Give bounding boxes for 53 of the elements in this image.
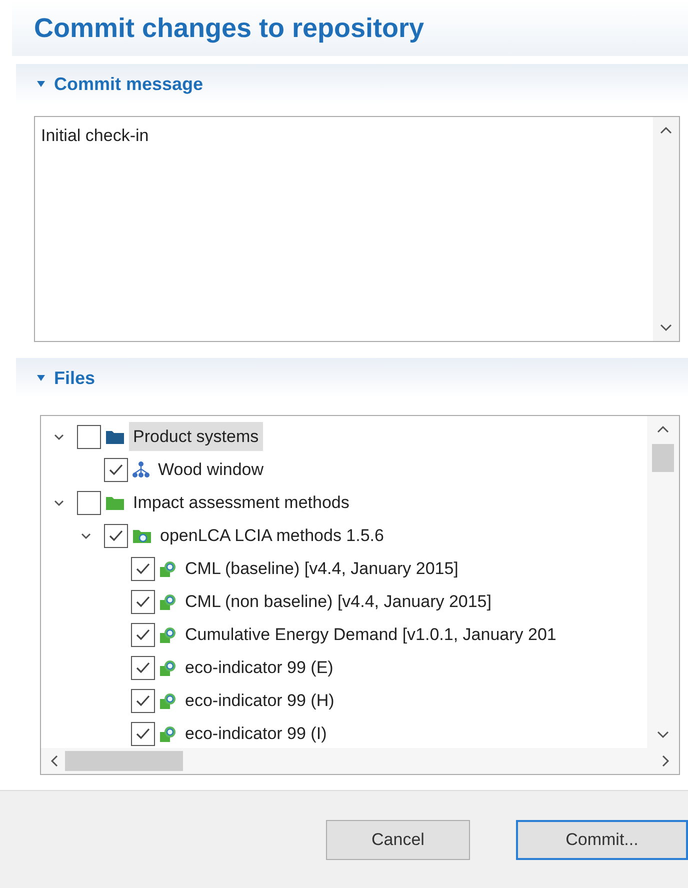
checkmark-icon (135, 660, 151, 674)
tree-item[interactable]: Impact assessment methods (129, 488, 354, 518)
tree-item[interactable]: Cumulative Energy Demand [v1.0.1, January 201 (181, 620, 560, 650)
section-title: Commit message (54, 72, 204, 96)
scroll-up-icon[interactable] (656, 424, 670, 434)
checkbox[interactable] (77, 424, 101, 448)
horizontal-scrollbar[interactable] (41, 748, 679, 774)
tree-item[interactable]: eco-indicator 99 (E) (181, 652, 338, 682)
checkmark-icon (135, 726, 151, 740)
tree-item[interactable]: CML (baseline) [v4.4, January 2015] (181, 554, 462, 584)
vertical-scrollbar[interactable] (647, 416, 679, 748)
message-field[interactable]: Initial check-in (34, 116, 680, 342)
checkmark-icon (108, 462, 124, 476)
scroll-down-icon[interactable] (656, 730, 670, 740)
scroll-thumb[interactable] (652, 444, 674, 472)
tree-item[interactable]: CML (non baseline) [v4.4, January 2015] (181, 586, 496, 616)
network-icon (132, 460, 150, 478)
scroll-left-icon[interactable] (49, 754, 59, 768)
tree-item[interactable]: eco-indicator 99 (I) (181, 718, 331, 748)
checkbox[interactable] (131, 688, 155, 712)
tree-item[interactable]: Wood window (154, 454, 268, 484)
checkmark-icon (135, 562, 151, 576)
checkbox[interactable] (131, 656, 155, 680)
method-icon (159, 592, 177, 610)
checkmark-icon (135, 594, 151, 608)
folder-icon (132, 528, 152, 544)
checkmark-icon (135, 694, 151, 708)
method-icon (159, 724, 177, 742)
method-icon (159, 692, 177, 710)
scroll-down-icon[interactable] (659, 323, 673, 333)
dialog-title: Commit changes to repository (34, 12, 424, 45)
checkmark-icon (108, 528, 124, 542)
method-icon (159, 626, 177, 644)
checkmark-icon (135, 628, 151, 642)
method-icon (159, 560, 177, 578)
checkbox[interactable] (104, 524, 128, 548)
checkbox[interactable] (77, 490, 101, 514)
tree-item[interactable]: Product systems (129, 422, 263, 452)
checkbox[interactable] (131, 556, 155, 580)
scroll-right-icon[interactable] (661, 754, 671, 768)
tree-item[interactable]: eco-indicator 99 (H) (181, 686, 338, 716)
scroll-thumb[interactable] (65, 751, 183, 771)
commit-button[interactable]: Commit... (516, 820, 688, 860)
checkbox[interactable] (131, 722, 155, 746)
section-title: Files (54, 366, 96, 390)
message-text: Initial check-in (40, 125, 150, 147)
checkbox[interactable] (131, 590, 155, 614)
cancel-button[interactable]: Cancel (326, 820, 470, 860)
checkbox[interactable] (131, 622, 155, 646)
scroll-up-icon[interactable] (659, 125, 673, 135)
method-icon (159, 658, 177, 676)
tree-item[interactable]: openLCA LCIA methods 1.5.6 (156, 520, 388, 550)
checkbox[interactable] (104, 458, 128, 482)
